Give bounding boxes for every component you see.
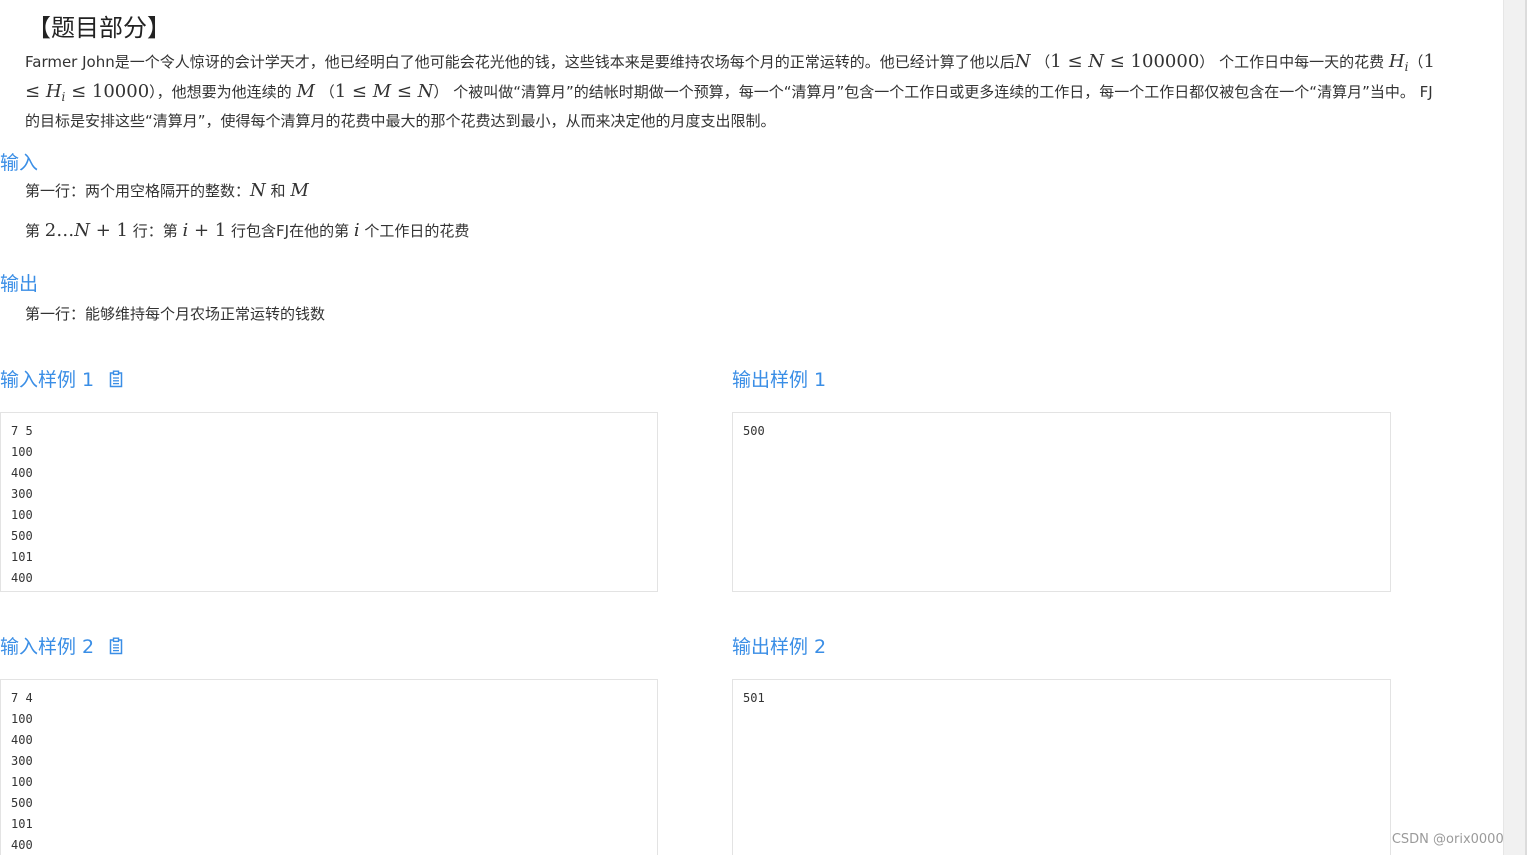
sample-input-1-title: 输入样例 1: [0, 365, 124, 392]
scrollbar[interactable]: [1503, 0, 1527, 855]
sample-output-1-code: 500: [743, 424, 765, 438]
input-line-2: 第 2…N + 1 行：第 i + 1 行包含FJ在他的第 i 个工作日的花费: [25, 220, 470, 241]
sample-input-1-code: 7 5 100 400 300 100 500 101 400: [11, 424, 33, 585]
output-section-title: 输出: [0, 273, 39, 295]
sample-output-2-box[interactable]: 501: [732, 679, 1391, 855]
clipboard-icon[interactable]: [108, 370, 124, 388]
clipboard-icon[interactable]: [108, 637, 124, 655]
sample-input-2-title: 输入样例 2: [0, 632, 124, 659]
problem-page: 【题目部分】 Farmer John是一个令人惊讶的会计学天才，他已经明白了他可…: [0, 0, 1512, 855]
sample-output-2-code: 501: [743, 691, 765, 705]
page-title: 【题目部分】: [27, 14, 171, 42]
sample-output-1-title: 输出样例 1: [732, 369, 827, 391]
sample-output-1-box[interactable]: 500: [732, 412, 1391, 592]
sample-input-2-code: 7 4 100 400 300 100 500 101 400: [11, 691, 33, 852]
output-line-1: 第一行：能够维持每个月农场正常运转的钱数: [25, 305, 326, 323]
input-line-1: 第一行：两个用空格隔开的整数：N 和 M: [25, 180, 309, 201]
sample-input-2-box[interactable]: 7 4 100 400 300 100 500 101 400: [0, 679, 658, 855]
input-section-title: 输入: [0, 152, 39, 174]
sample-input-1-box[interactable]: 7 5 100 400 300 100 500 101 400: [0, 412, 658, 592]
sample-output-2-title: 输出样例 2: [732, 636, 827, 658]
problem-description: Farmer John是一个令人惊讶的会计学天才，他已经明白了他可能会花光他的钱…: [25, 51, 1435, 130]
watermark: CSDN @orix00000: [1391, 832, 1512, 847]
